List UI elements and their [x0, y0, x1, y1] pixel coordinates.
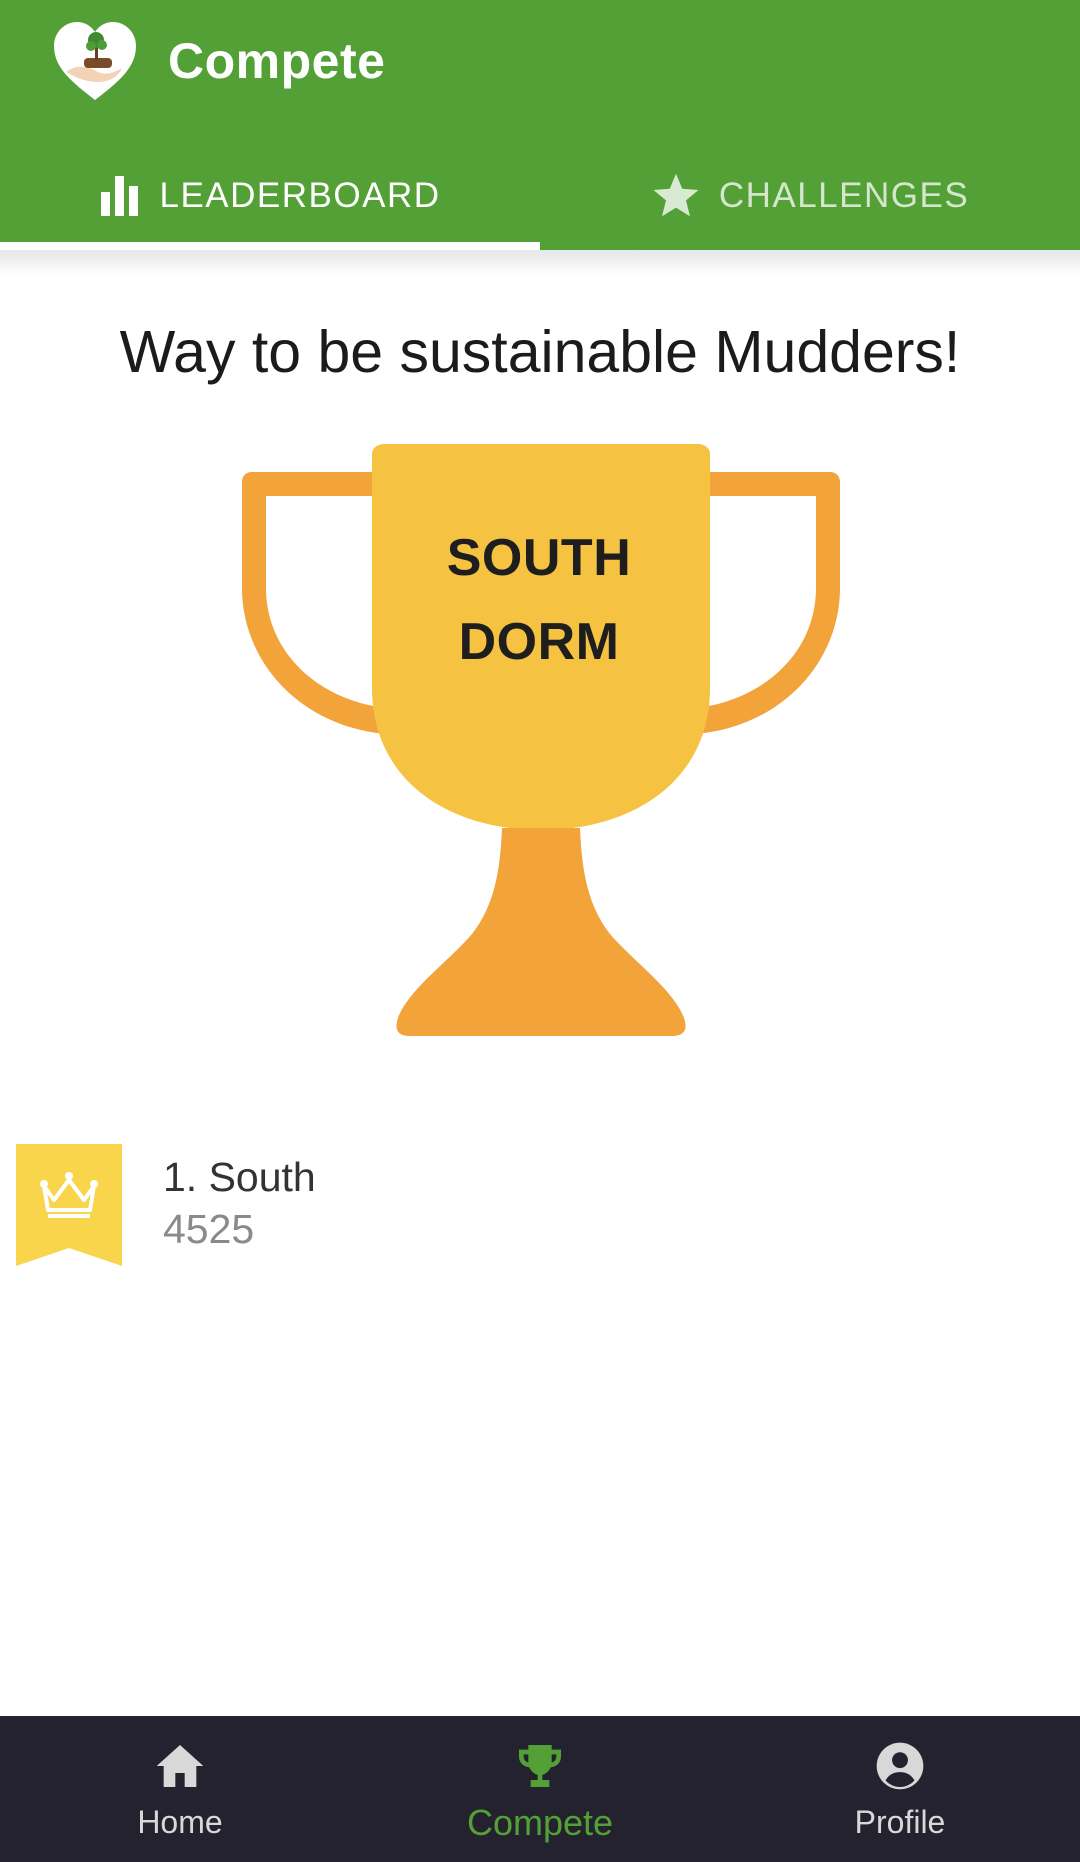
- star-icon: [653, 173, 699, 217]
- tab-active-indicator: [0, 242, 540, 250]
- nav-compete[interactable]: Compete: [360, 1716, 720, 1862]
- app-logo-icon: [54, 22, 136, 100]
- nav-profile-label: Profile: [854, 1804, 946, 1840]
- bottom-nav: Home Compete Profile: [0, 1716, 1080, 1862]
- leaderboard-headline: Way to be sustainable Mudders!: [119, 319, 961, 385]
- home-icon: [156, 1745, 204, 1787]
- tab-leaderboard[interactable]: LEADERBOARD: [0, 150, 540, 250]
- header-shadow: [0, 250, 1080, 276]
- leaderboard-row[interactable]: 1. South 4525: [0, 1140, 1080, 1280]
- app-bar: Compete: [0, 0, 1080, 130]
- app-screen: Compete LEADERBOARD CHALLENGES Way to be…: [0, 0, 1080, 1862]
- nav-profile[interactable]: Profile: [720, 1716, 1080, 1862]
- tab-challenges-label: CHALLENGES: [718, 176, 970, 215]
- profile-icon: [876, 1742, 924, 1790]
- tab-leaderboard-label: LEADERBOARD: [159, 176, 441, 215]
- rank-name: 1. South: [163, 1154, 316, 1200]
- nav-home-label: Home: [137, 1804, 223, 1840]
- page-title: Compete: [168, 33, 386, 89]
- nav-home[interactable]: Home: [0, 1716, 360, 1862]
- tab-challenges[interactable]: CHALLENGES: [540, 150, 1080, 250]
- rank-score: 4525: [163, 1206, 255, 1252]
- bar-chart-icon: [101, 176, 139, 216]
- trophy-label-line1: SOUTH: [446, 529, 632, 587]
- tab-bar: LEADERBOARD CHALLENGES: [0, 150, 1080, 250]
- trophy-icon: [519, 1745, 561, 1787]
- crown-badge-icon: [16, 1144, 122, 1266]
- header: Compete LEADERBOARD CHALLENGES: [0, 0, 1080, 250]
- trophy-label-line2: DORM: [458, 613, 620, 671]
- nav-compete-label: Compete: [466, 1802, 614, 1843]
